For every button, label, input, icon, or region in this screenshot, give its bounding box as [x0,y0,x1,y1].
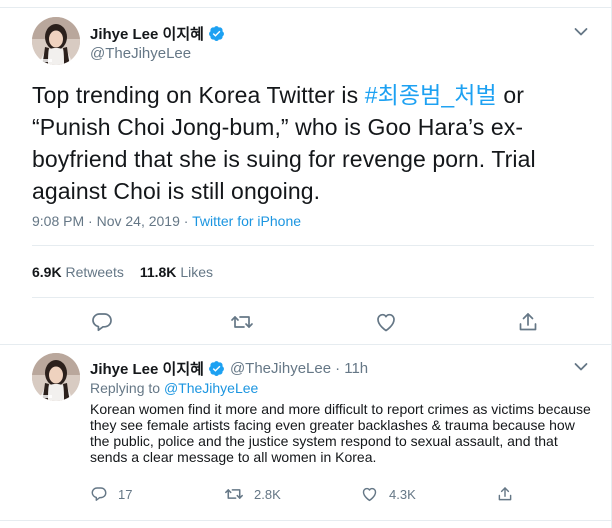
share-icon [519,313,537,331]
reply-button[interactable] [90,310,114,334]
divider [32,297,594,298]
author-handle[interactable]: @TheJihyeLee [90,45,191,62]
divider [32,245,594,246]
verified-badge-icon [209,361,224,377]
tweet-timestamp[interactable]: 9:08 PM · Nov 24, 2019 [32,213,180,229]
author-avatar[interactable] [32,17,80,65]
like-button[interactable] [374,310,398,334]
tweet-text: Top trending on Korea Twitter is #최종범_처벌… [32,79,592,207]
divider [0,520,611,521]
reply-reply-button[interactable]: 17 [90,485,132,503]
retweet-button[interactable] [230,310,254,334]
author-display-name[interactable]: Jihye Lee 이지혜 [90,23,204,44]
author-name-row[interactable]: Jihye Lee 이지혜 [90,23,225,44]
likes-count: 11.8K [139,264,177,280]
divider [0,344,611,345]
share-button[interactable] [516,310,540,334]
reply-replies-count: 17 [118,486,133,502]
retweet-icon [225,489,243,499]
tweet-meta: 9:08 PM · Nov 24, 2019 · Twitter for iPh… [32,213,301,229]
chevron-down-icon[interactable] [574,27,588,37]
tweet-stats: 6.9K Retweets 11.8K Likes [32,264,213,280]
reply-tweet-text: Korean women find it more and more diffi… [90,401,591,465]
reply-author-avatar[interactable] [32,353,80,401]
tweet-source-link[interactable]: Twitter for iPhone [192,213,301,229]
avatar-photo [32,353,80,401]
reply-icon [92,313,112,332]
replying-to-label: Replying to [90,380,164,396]
avatar-photo [32,17,80,65]
reply-relative-time[interactable]: · 11h [335,360,368,377]
reply-share-button[interactable] [496,485,524,503]
author-handle-row[interactable]: @TheJihyeLee [90,45,191,62]
share-icon [498,487,512,501]
reply-retweets-count: 2.8K [254,486,281,502]
replying-to-mention[interactable]: @TheJihyeLee [164,380,258,396]
top-border [0,0,612,8]
reply-like-button[interactable]: 4.3K [360,485,416,503]
retweets-label: Retweets [65,264,124,280]
reply-retweet-button[interactable]: 2.8K [224,485,281,503]
retweets-stat[interactable]: 6.9K Retweets [32,264,124,280]
retweet-icon [231,316,253,328]
verified-badge-icon [209,26,224,42]
chevron-down-icon[interactable] [574,362,588,372]
meta-separator: · [179,213,193,229]
hashtag-link[interactable]: #최종범_처벌 [365,82,497,108]
likes-label: Likes [180,264,213,280]
tweet-detail-view: Jihye Lee 이지혜 @TheJihyeLee Top trending … [0,0,612,528]
reply-author-handle[interactable]: @TheJihyeLee [230,360,331,377]
heart-icon [377,313,395,332]
reply-likes-count: 4.3K [389,486,416,502]
heart-icon [362,487,377,502]
tweet-text-start: Top trending on Korea Twitter is [32,82,365,108]
replying-to: Replying to @TheJihyeLee [90,380,258,396]
likes-stat[interactable]: 11.8K Likes [140,264,213,280]
retweets-count: 6.9K [32,264,62,280]
reply-author-display-name[interactable]: Jihye Lee 이지혜 [90,358,204,379]
reply-author-row[interactable]: Jihye Lee 이지혜 @TheJihyeLee · 11h [90,358,368,379]
reply-icon [91,487,107,501]
